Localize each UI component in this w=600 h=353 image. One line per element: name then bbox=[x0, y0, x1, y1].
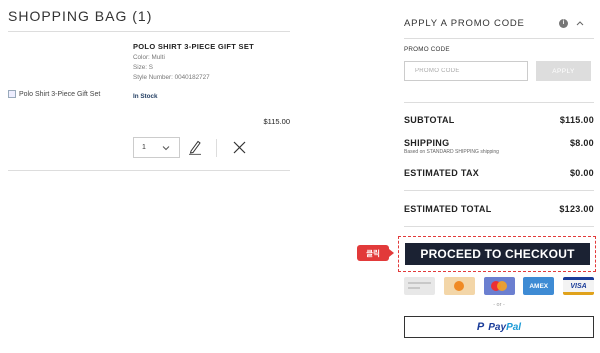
payment-methods: AMEX VISA bbox=[404, 277, 594, 295]
quantity-select[interactable]: 1 bbox=[133, 137, 180, 158]
subtotal-row: SUBTOTAL $115.00 bbox=[404, 115, 594, 125]
subtotal-label: SUBTOTAL bbox=[404, 115, 455, 125]
remove-icon[interactable] bbox=[233, 141, 246, 154]
product-name[interactable]: POLO SHIRT 3-PIECE GIFT SET bbox=[133, 42, 254, 51]
edit-icon[interactable] bbox=[188, 139, 202, 155]
quantity-value: 1 bbox=[142, 144, 146, 151]
promo-toggle[interactable]: APPLY A PROMO CODE i bbox=[404, 8, 594, 39]
mastercard-icon bbox=[483, 277, 515, 295]
divider bbox=[8, 31, 290, 32]
tax-value: $0.00 bbox=[569, 168, 594, 178]
info-icon[interactable]: i bbox=[559, 18, 568, 28]
credit-card-icon bbox=[404, 277, 435, 295]
promo-label: PROMO CODE bbox=[404, 46, 450, 53]
discover-icon bbox=[443, 277, 475, 295]
shipping-value: $8.00 bbox=[569, 138, 594, 148]
amex-icon: AMEX bbox=[523, 277, 555, 295]
visa-icon: VISA bbox=[563, 277, 594, 295]
divider bbox=[404, 226, 594, 227]
tax-row: ESTIMATED TAX $0.00 bbox=[404, 168, 594, 178]
product-image[interactable]: Polo Shirt 3-Piece Gift Set bbox=[8, 90, 100, 98]
divider bbox=[404, 102, 594, 103]
product-image-alt: Polo Shirt 3-Piece Gift Set bbox=[19, 90, 101, 98]
chevron-down-icon bbox=[162, 145, 170, 150]
divider bbox=[404, 190, 594, 191]
paypal-button[interactable]: P PayPal bbox=[404, 316, 594, 338]
shipping-note: Based on STANDARD SHIPPING shipping bbox=[404, 149, 499, 155]
total-label: ESTIMATED TOTAL bbox=[404, 204, 492, 214]
divider bbox=[216, 139, 217, 157]
click-annotation: 클릭 bbox=[357, 245, 394, 261]
paypal-icon: P bbox=[476, 321, 485, 333]
broken-image-icon bbox=[8, 90, 16, 98]
shipping-label: SHIPPING bbox=[404, 138, 450, 148]
chevron-up-icon bbox=[576, 21, 584, 26]
shipping-row: SHIPPING $8.00 bbox=[404, 138, 594, 148]
product-size: Size: S bbox=[133, 64, 153, 71]
paypal-label: PayPal bbox=[488, 321, 522, 333]
product-price: $115.00 bbox=[263, 117, 290, 126]
stock-status: In Stock bbox=[133, 93, 158, 100]
page-title: SHOPPING BAG (1) bbox=[8, 8, 153, 24]
promo-header: APPLY A PROMO CODE bbox=[404, 17, 525, 29]
tax-label: ESTIMATED TAX bbox=[404, 168, 480, 178]
divider bbox=[8, 170, 290, 171]
or-separator: - or - bbox=[493, 302, 505, 308]
promo-code-input[interactable] bbox=[404, 61, 528, 81]
checkout-button[interactable]: PROCEED TO CHECKOUT bbox=[405, 243, 590, 265]
product-style-number: Style Number: 0040182727 bbox=[133, 74, 210, 81]
subtotal-value: $115.00 bbox=[559, 115, 594, 125]
total-value: $123.00 bbox=[559, 204, 594, 214]
apply-button[interactable]: APPLY bbox=[536, 61, 591, 81]
product-color: Color: Multi bbox=[133, 54, 165, 61]
total-row: ESTIMATED TOTAL $123.00 bbox=[404, 204, 594, 214]
